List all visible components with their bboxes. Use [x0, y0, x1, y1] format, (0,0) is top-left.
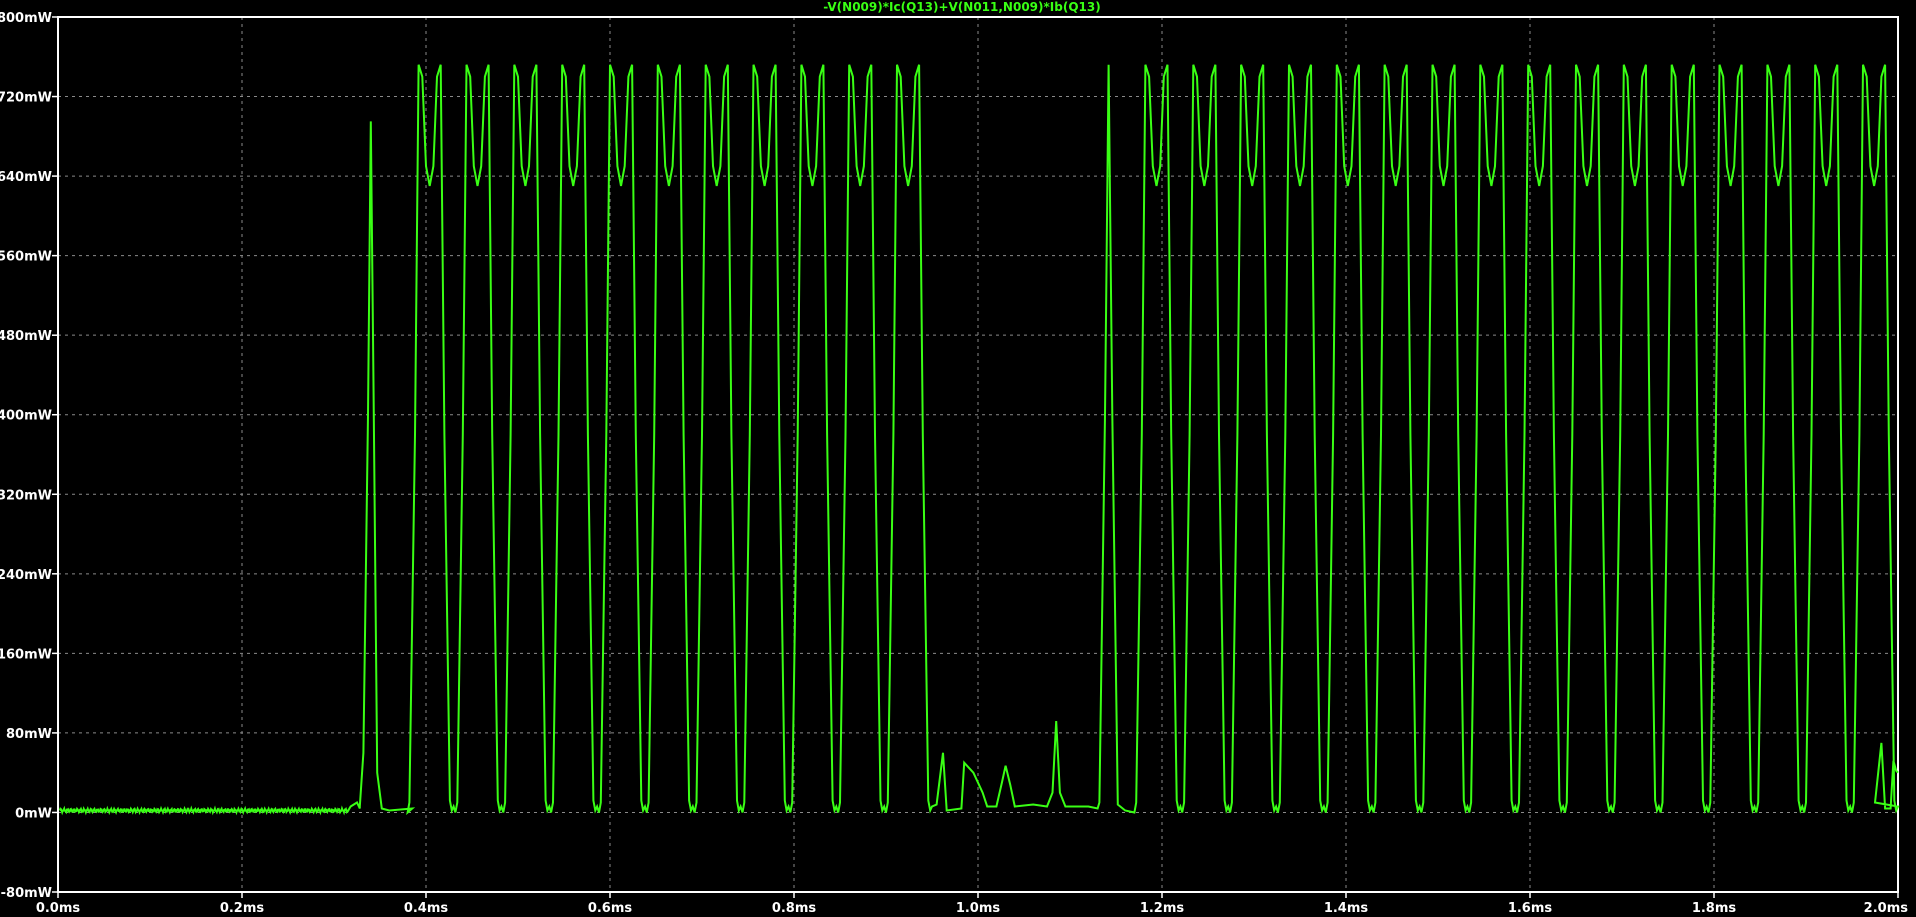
- x-tick-label: 1.6ms: [1508, 901, 1553, 916]
- y-tick-label: 400mW: [0, 409, 52, 424]
- y-tick-label: 80mW: [6, 727, 52, 742]
- y-tick-label: 800mW: [0, 11, 52, 26]
- x-tick-label: 1.2ms: [1140, 901, 1185, 916]
- x-tick-label: 2.0ms: [1864, 901, 1909, 916]
- y-tick-label: 160mW: [0, 647, 52, 662]
- y-tick-label: 0mW: [15, 806, 52, 821]
- waveform-plot: -V(N009)*Ic(Q13)+V(N011,N009)*Ib(Q13) -8…: [0, 0, 1908, 916]
- y-tick-label: 240mW: [0, 568, 52, 583]
- x-tick-label: 0.2ms: [220, 901, 265, 916]
- trace-line: [58, 64, 1900, 816]
- x-tick-label: 1.4ms: [1324, 901, 1369, 916]
- y-tick-label: 480mW: [0, 329, 52, 344]
- y-tick-label: 640mW: [0, 170, 52, 185]
- x-tick-label: 0.0ms: [36, 901, 81, 916]
- x-tick-label: 1.0ms: [956, 901, 1001, 916]
- x-tick-label: 0.8ms: [772, 901, 817, 916]
- y-tick-label: -80mW: [1, 886, 52, 901]
- trace-title[interactable]: -V(N009)*Ic(Q13)+V(N011,N009)*Ib(Q13): [823, 0, 1100, 14]
- x-axis-ticks: 0.0ms 0.2ms 0.4ms 0.6ms 0.8ms 1.0ms 1.2ms 1.4ms…: [36, 892, 1908, 916]
- x-tick-label: 0.4ms: [404, 901, 449, 916]
- y-axis-ticks: -80mW 0mW 80mW 160mW 240mW 320mW 400mW 480mW 560…: [0, 11, 58, 901]
- x-tick-label: 0.6ms: [588, 901, 633, 916]
- x-tick-label: 1.8ms: [1692, 901, 1737, 916]
- y-tick-label: 320mW: [0, 488, 52, 503]
- y-tick-label: 720mW: [0, 91, 52, 106]
- y-tick-label: 560mW: [0, 250, 52, 265]
